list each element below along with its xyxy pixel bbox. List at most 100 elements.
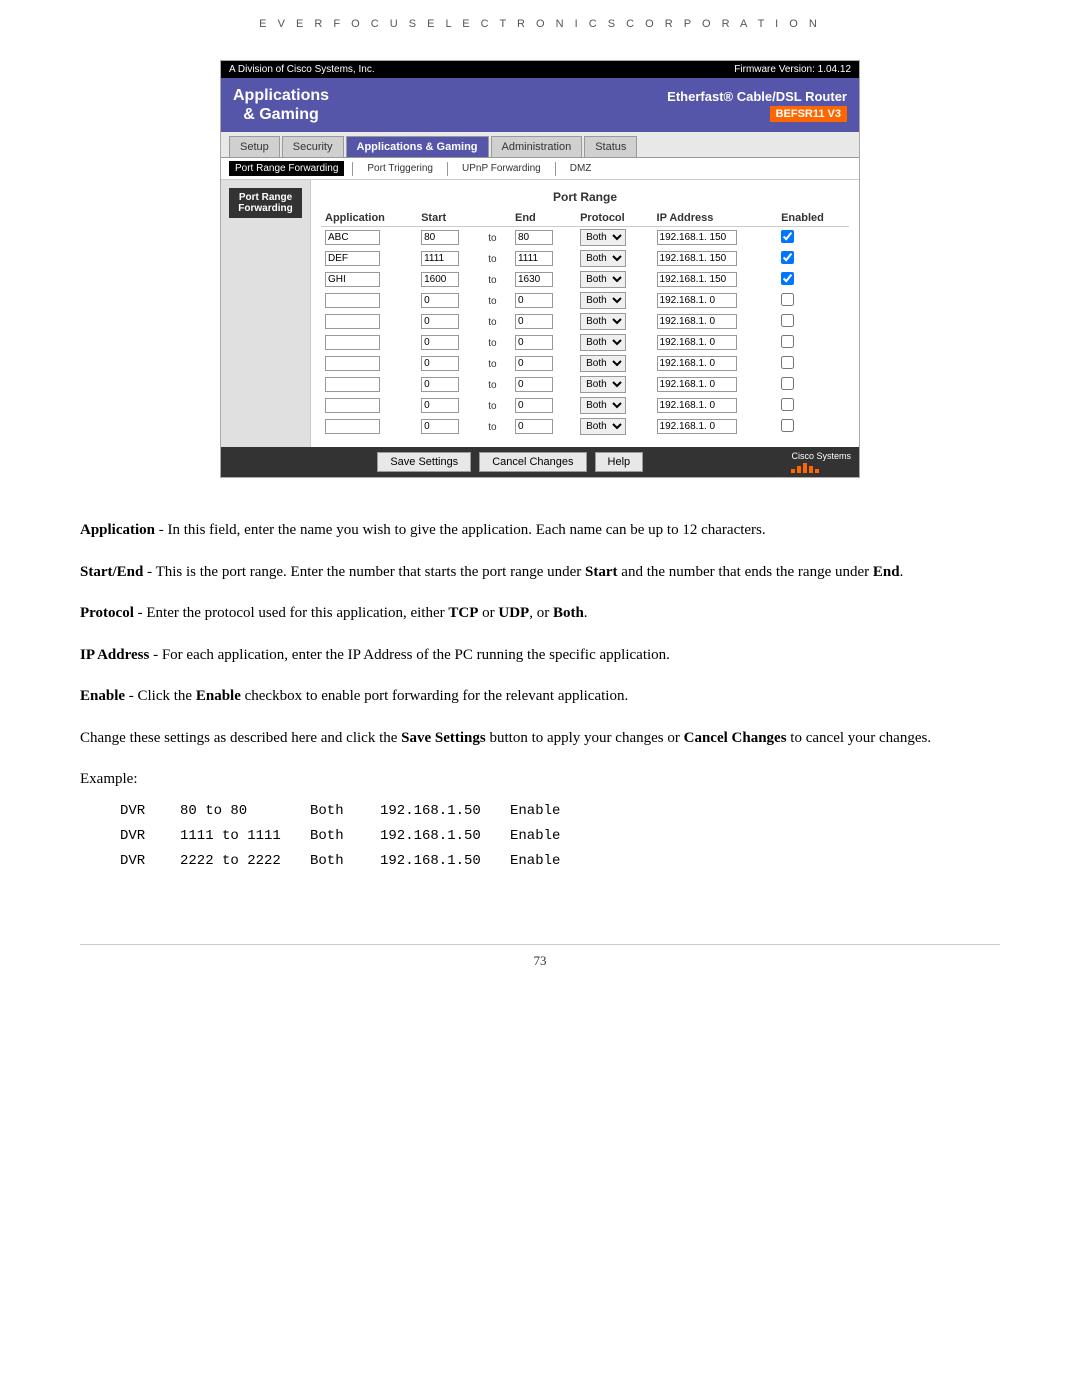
- text-enable-bold: Enable: [196, 688, 241, 704]
- ip-input[interactable]: [657, 272, 737, 287]
- cell-start: [417, 269, 482, 290]
- app-input[interactable]: [325, 251, 380, 266]
- cell-app: [321, 269, 417, 290]
- tab-setup[interactable]: Setup: [229, 136, 280, 157]
- protocol-select[interactable]: BothTCPUDP: [580, 355, 626, 372]
- example-cell: Both: [310, 799, 360, 824]
- enabled-checkbox[interactable]: [781, 251, 794, 264]
- cell-enabled: [777, 353, 849, 374]
- ip-input[interactable]: [657, 377, 737, 392]
- subnav-dmz[interactable]: DMZ: [564, 161, 598, 176]
- end-input[interactable]: [515, 377, 553, 392]
- tab-applications-gaming[interactable]: Applications & Gaming: [346, 136, 489, 157]
- example-section: Example: DVR80 to 80Both192.168.1.50Enab…: [80, 767, 1000, 874]
- enabled-checkbox[interactable]: [781, 377, 794, 390]
- enabled-checkbox[interactable]: [781, 398, 794, 411]
- example-cell: Enable: [510, 824, 570, 849]
- start-input[interactable]: [421, 356, 459, 371]
- protocol-select[interactable]: BothTCPUDP: [580, 334, 626, 351]
- app-input[interactable]: [325, 335, 380, 350]
- subnav-upnp[interactable]: UPnP Forwarding: [456, 161, 547, 176]
- app-input[interactable]: [325, 398, 380, 413]
- enabled-checkbox[interactable]: [781, 230, 794, 243]
- enabled-checkbox[interactable]: [781, 419, 794, 432]
- enabled-checkbox[interactable]: [781, 293, 794, 306]
- start-input[interactable]: [421, 293, 459, 308]
- end-input[interactable]: [515, 251, 553, 266]
- ip-input[interactable]: [657, 314, 737, 329]
- protocol-select[interactable]: BothTCPUDP: [580, 418, 626, 435]
- tab-security[interactable]: Security: [282, 136, 344, 157]
- ip-input[interactable]: [657, 293, 737, 308]
- cisco-bar-5: [815, 469, 819, 473]
- cell-ip: [653, 395, 778, 416]
- text-enable-intro: - Click the: [125, 688, 196, 704]
- cancel-changes-button[interactable]: Cancel Changes: [479, 452, 586, 472]
- subnav-port-range[interactable]: Port Range Forwarding: [229, 161, 344, 176]
- text-tcp: TCP: [448, 605, 478, 621]
- end-input[interactable]: [515, 419, 553, 434]
- example-cell: Both: [310, 824, 360, 849]
- protocol-select[interactable]: BothTCPUDP: [580, 229, 626, 246]
- ip-input[interactable]: [657, 398, 737, 413]
- tab-status[interactable]: Status: [584, 136, 637, 157]
- ip-input[interactable]: [657, 230, 737, 245]
- example-cell: Enable: [510, 799, 570, 824]
- protocol-select[interactable]: BothTCPUDP: [580, 292, 626, 309]
- bottom-buttons: Save Settings Cancel Changes Help: [229, 452, 791, 472]
- cell-start: [417, 248, 482, 269]
- protocol-select[interactable]: BothTCPUDP: [580, 397, 626, 414]
- enabled-checkbox[interactable]: [781, 335, 794, 348]
- app-input[interactable]: [325, 272, 380, 287]
- text-both: Both: [553, 605, 584, 621]
- end-input[interactable]: [515, 398, 553, 413]
- enabled-checkbox[interactable]: [781, 356, 794, 369]
- save-settings-button[interactable]: Save Settings: [377, 452, 471, 472]
- subnav-port-triggering[interactable]: Port Triggering: [361, 161, 439, 176]
- cisco-division-label: A Division of Cisco Systems, Inc.: [229, 64, 375, 75]
- para-ipaddress: IP Address - For each application, enter…: [80, 643, 1000, 669]
- help-button[interactable]: Help: [595, 452, 644, 472]
- start-input[interactable]: [421, 230, 459, 245]
- start-input[interactable]: [421, 398, 459, 413]
- end-input[interactable]: [515, 356, 553, 371]
- app-input[interactable]: [325, 314, 380, 329]
- end-input[interactable]: [515, 230, 553, 245]
- tab-administration[interactable]: Administration: [491, 136, 583, 157]
- ip-input[interactable]: [657, 356, 737, 371]
- app-input[interactable]: [325, 230, 380, 245]
- subnav-sep-2: [447, 162, 448, 176]
- example-cell: 192.168.1.50: [380, 824, 490, 849]
- end-input[interactable]: [515, 335, 553, 350]
- enabled-checkbox[interactable]: [781, 272, 794, 285]
- enabled-checkbox[interactable]: [781, 314, 794, 327]
- ip-input[interactable]: [657, 251, 737, 266]
- protocol-select[interactable]: BothTCPUDP: [580, 271, 626, 288]
- start-input[interactable]: [421, 335, 459, 350]
- start-input[interactable]: [421, 419, 459, 434]
- start-input[interactable]: [421, 272, 459, 287]
- end-input[interactable]: [515, 272, 553, 287]
- ip-input[interactable]: [657, 419, 737, 434]
- start-input[interactable]: [421, 377, 459, 392]
- text-start-bold: Start: [585, 564, 618, 580]
- nav-tabs: Setup Security Applications & Gaming Adm…: [221, 132, 859, 158]
- app-input[interactable]: [325, 419, 380, 434]
- start-input[interactable]: [421, 251, 459, 266]
- app-input[interactable]: [325, 293, 380, 308]
- app-input[interactable]: [325, 356, 380, 371]
- col-application: Application: [321, 210, 417, 227]
- start-input[interactable]: [421, 314, 459, 329]
- table-row: toBothTCPUDP: [321, 374, 849, 395]
- ip-input[interactable]: [657, 335, 737, 350]
- end-input[interactable]: [515, 314, 553, 329]
- cell-start: [417, 395, 482, 416]
- app-input[interactable]: [325, 377, 380, 392]
- protocol-select[interactable]: BothTCPUDP: [580, 376, 626, 393]
- cell-ip: [653, 374, 778, 395]
- table-row: toBothTCPUDP: [321, 269, 849, 290]
- cisco-logo: Cisco Systems: [791, 451, 851, 473]
- protocol-select[interactable]: BothTCPUDP: [580, 250, 626, 267]
- protocol-select[interactable]: BothTCPUDP: [580, 313, 626, 330]
- end-input[interactable]: [515, 293, 553, 308]
